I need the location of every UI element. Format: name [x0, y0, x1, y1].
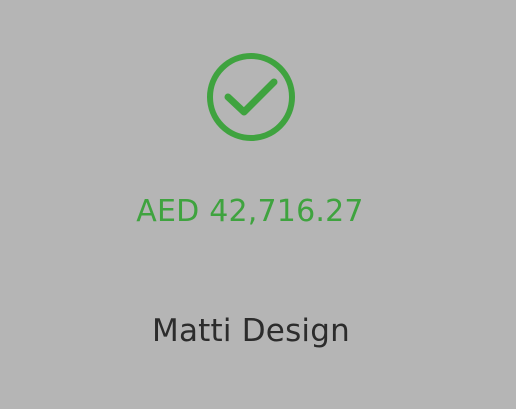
recipient-name: Matti Design — [152, 313, 350, 349]
check-circle-icon — [203, 49, 299, 145]
payment-success-panel: AED 42,716.27 Matti Design — [0, 0, 516, 409]
payment-amount: AED 42,716.27 — [136, 194, 364, 229]
